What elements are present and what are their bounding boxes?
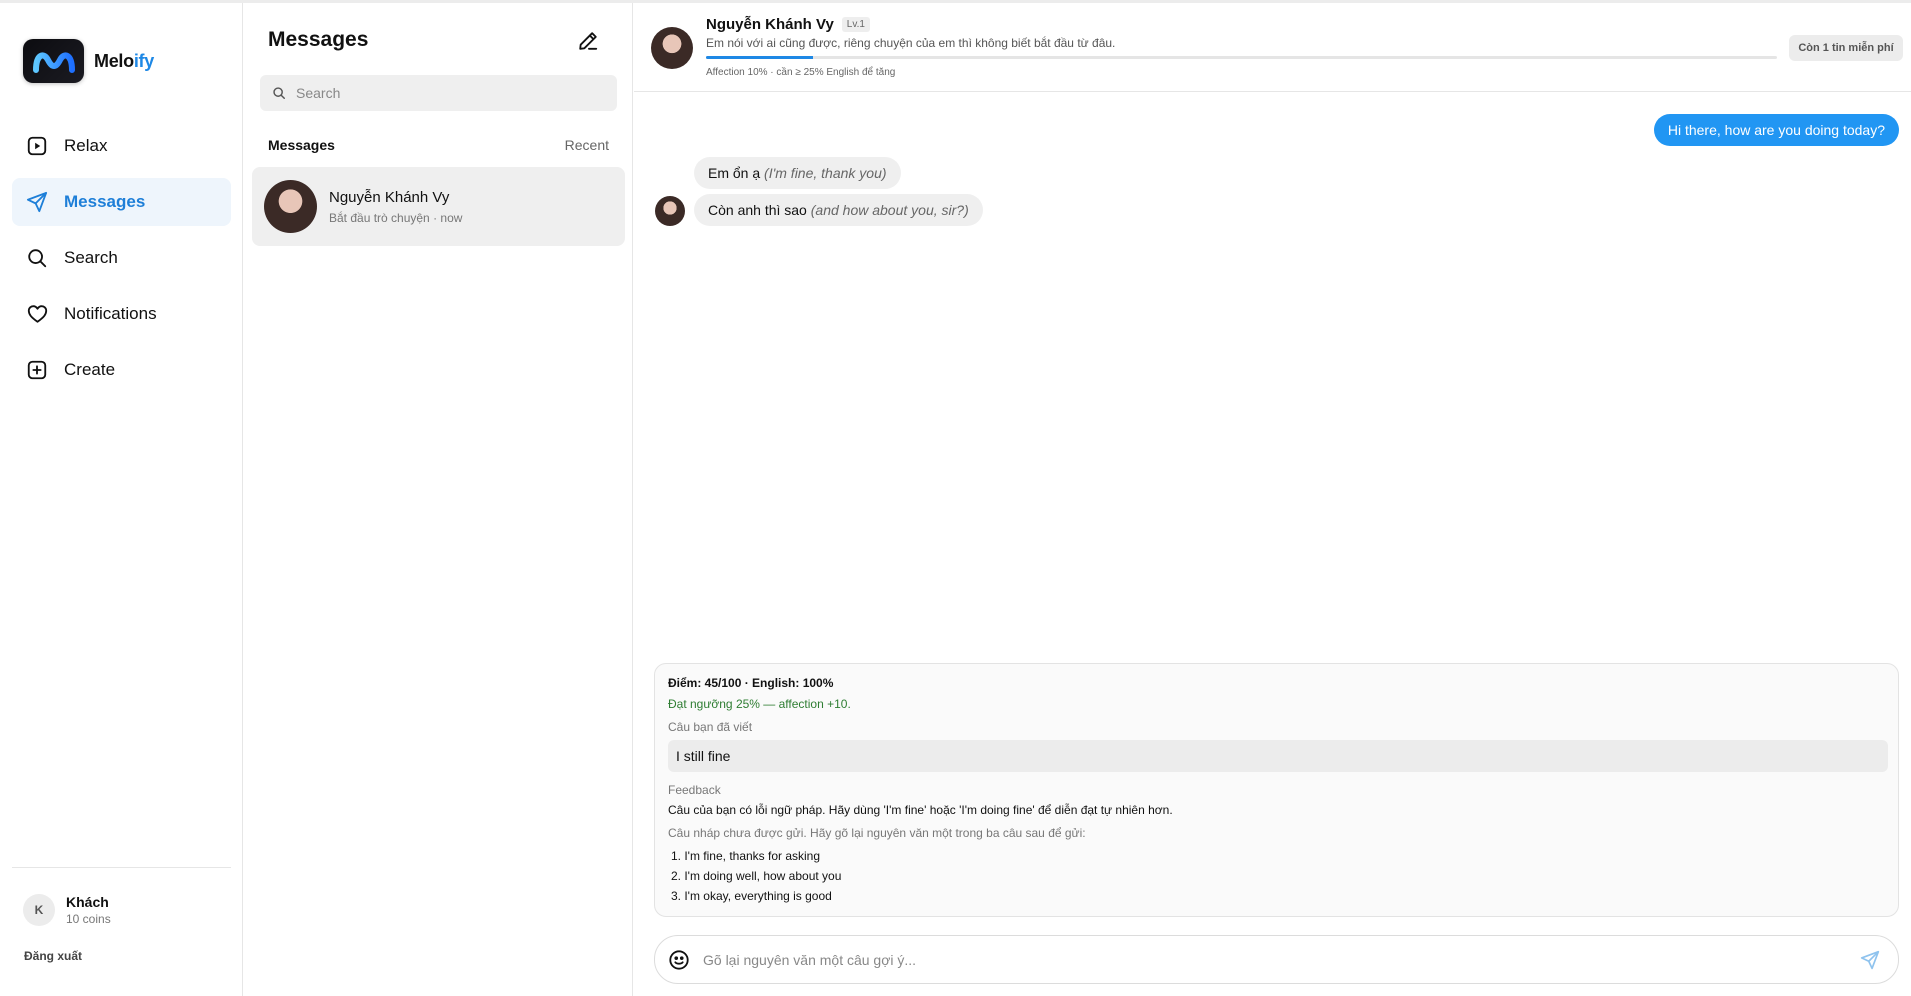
suggestion-item[interactable]: 1. I'm fine, thanks for asking — [671, 849, 1886, 863]
smiley-icon — [669, 949, 689, 970]
conversations-panel: Messages Messages Recent Nguyễn Khánh Vy… — [244, 3, 633, 996]
logout-button[interactable]: Đăng xuất — [24, 949, 82, 963]
conversation-name: Nguyễn Khánh Vy — [329, 188, 450, 206]
sidebar-item-messages[interactable]: Messages — [12, 178, 231, 226]
feedback-text: Câu của bạn có lỗi ngữ pháp. Hãy dùng 'I… — [668, 803, 1173, 817]
sidebar-item-label: Messages — [64, 192, 146, 211]
heart-icon — [25, 302, 49, 326]
suggestion-list: 1. I'm fine, thanks for asking 2. I'm do… — [668, 849, 1886, 903]
avatar — [655, 196, 685, 226]
pencil-icon — [579, 32, 598, 50]
sidebar-item-search[interactable]: Search — [12, 234, 231, 282]
message-translation: (and how about you, sir?) — [810, 202, 969, 218]
user-coins: 10 coins — [66, 912, 111, 926]
feedback-threshold: Đạt ngưỡng 25% — affection +10. — [668, 697, 851, 711]
sort-recent-button[interactable]: Recent — [565, 137, 609, 153]
written-text: I still fine — [668, 740, 1888, 772]
written-label: Câu bạn đã viết — [668, 720, 753, 734]
search-input[interactable] — [296, 85, 596, 101]
user-info: Khách 10 coins — [66, 894, 111, 926]
sidebar-item-relax[interactable]: Relax — [12, 122, 231, 170]
sidebar-item-label: Relax — [64, 136, 108, 155]
brand-name-part1: Melo — [94, 50, 134, 71]
sidebar-divider — [12, 867, 231, 868]
message-input[interactable] — [703, 951, 1843, 968]
chat-header: Nguyễn Khánh Vy Lv.1 Em nói với ai cũng … — [634, 3, 1911, 92]
user-profile[interactable]: K Khách 10 coins — [23, 894, 111, 926]
user-name: Khách — [66, 894, 109, 910]
avatar: K — [23, 894, 55, 926]
draft-note: Câu nháp chưa được gửi. Hãy gõ lại nguyê… — [668, 826, 1086, 840]
suggestion-item[interactable]: 2. I'm doing well, how about you — [671, 869, 1886, 883]
incoming-message: Còn anh thì sao (and how about you, sir?… — [694, 194, 983, 226]
compose-button[interactable] — [574, 27, 602, 55]
send-icon — [1860, 950, 1880, 970]
brand-name: Meloify — [94, 51, 154, 72]
suggestion-item[interactable]: 3. I'm okay, everything is good — [671, 889, 1886, 903]
sidebar: Meloify Relax Messages Search Notificati… — [0, 3, 243, 996]
brand-logo-icon — [23, 39, 84, 83]
sidebar-item-label: Search — [64, 248, 118, 267]
search-icon — [273, 87, 285, 99]
sidebar-item-create[interactable]: Create — [12, 346, 231, 394]
contact-name-text: Nguyễn Khánh Vy — [706, 16, 834, 33]
conversation-text: Nguyễn Khánh Vy Bắt đầu trò chuyện · now — [329, 189, 462, 225]
play-square-icon — [25, 134, 49, 158]
message-text: Em ổn ạ — [708, 165, 761, 181]
affection-progress-fill — [706, 56, 814, 59]
plus-square-icon — [25, 358, 49, 382]
feedback-label: Feedback — [668, 783, 721, 797]
brand[interactable]: Meloify — [23, 39, 154, 83]
sidebar-nav: Relax Messages Search Notifications Crea… — [12, 122, 231, 402]
sidebar-item-notifications[interactable]: Notifications — [12, 290, 231, 338]
search-box — [260, 75, 617, 111]
incoming-message: Em ổn ạ (I'm fine, thank you) — [694, 157, 901, 189]
contact-status-text: Em nói với ai cũng được, riêng chuyện củ… — [706, 36, 1116, 50]
free-messages-badge: Còn 1 tin miễn phí — [1789, 35, 1903, 61]
sidebar-item-label: Notifications — [64, 304, 157, 323]
message-text: Còn anh thì sao — [708, 202, 807, 218]
chat-contact-name: Nguyễn Khánh Vy Lv.1 — [706, 16, 870, 33]
avatar[interactable] — [651, 27, 693, 69]
outgoing-message: Hi there, how are you doing today? — [1653, 114, 1899, 146]
message-translation: (I'm fine, thank you) — [764, 165, 887, 181]
level-badge: Lv.1 — [841, 17, 870, 32]
chat-panel: Nguyễn Khánh Vy Lv.1 Em nói với ai cũng … — [634, 3, 1911, 996]
search-icon — [25, 246, 49, 270]
list-item[interactable]: Nguyễn Khánh Vy Bắt đầu trò chuyện · now — [252, 167, 625, 246]
section-title: Messages — [268, 137, 335, 153]
sidebar-item-label: Create — [64, 360, 116, 379]
send-icon — [25, 190, 49, 214]
conversations-title: Messages — [268, 28, 369, 51]
avatar — [264, 180, 317, 233]
feedback-score: Điểm: 45/100 · English: 100% — [668, 676, 834, 690]
message-input-bar — [654, 935, 1899, 984]
affection-text: Affection 10% · cần ≥ 25% English để tăn… — [706, 67, 896, 78]
conversation-subtitle: Bắt đầu trò chuyện · now — [329, 210, 463, 225]
affection-progress-bar — [706, 56, 1777, 59]
feedback-card: Điểm: 45/100 · English: 100% Đạt ngưỡng … — [654, 663, 1899, 917]
brand-name-part2: ify — [133, 50, 154, 71]
conversations-section-header: Messages Recent — [268, 137, 609, 153]
send-button[interactable] — [1859, 949, 1881, 971]
emoji-button[interactable] — [668, 949, 690, 971]
